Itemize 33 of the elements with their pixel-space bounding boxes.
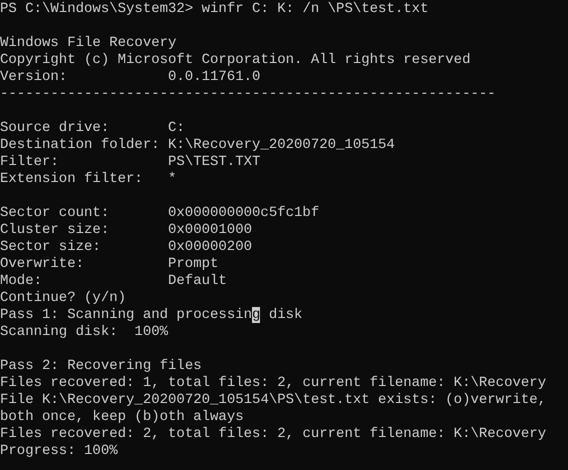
terminal-line: Files recovered: 2, total files: 2, current filename: K:\Recovery xyxy=(0,426,546,442)
field-label: Overwrite: xyxy=(0,256,86,273)
field-value: 0.0.11761.0 xyxy=(168,69,260,85)
field-label: Sector size: xyxy=(0,239,102,256)
field-label: Version: xyxy=(0,69,68,86)
terminal-line: Pass 1: Scanning and processing disk xyxy=(0,307,302,323)
field-label: Source drive: xyxy=(0,120,110,137)
field-label: Cluster size: xyxy=(0,222,110,239)
field-value: Default xyxy=(168,273,227,289)
terminal-line: Copyright (c) Microsoft Corporation. All rights reserved xyxy=(0,52,470,68)
terminal-line: Continue? (y/n) xyxy=(0,290,126,306)
field-label: Destination folder: xyxy=(0,137,161,154)
field-value: * xyxy=(168,171,176,187)
field-value: C: xyxy=(168,120,185,136)
field-value: K:\Recovery_20200720_105154 xyxy=(168,137,395,153)
terminal-line: PS C:\Windows\System32> winfr C: K: /n \PS\test.txt xyxy=(0,1,428,17)
field-value: 0x00000200 xyxy=(168,239,252,255)
field-value: 0x00001000 xyxy=(168,222,252,238)
field-value: 0x000000000c5fc1bf xyxy=(168,205,320,221)
terminal-line: Scanning disk: 100% xyxy=(0,324,168,340)
terminal-line: Files recovered: 1, total files: 2, current filename: K:\Recovery xyxy=(0,375,546,391)
field-label: Sector count: xyxy=(0,205,110,222)
divider-line: ----------------------------------------------------------- xyxy=(0,86,496,102)
field-label: Filter: xyxy=(0,154,60,171)
terminal-line: Progress: 100% xyxy=(0,443,118,459)
terminal-line: Pass 2: Recovering files xyxy=(0,358,202,374)
field-label: Mode: xyxy=(0,273,44,290)
field-value: Prompt xyxy=(168,256,218,272)
terminal-line: File K:\Recovery_20200720_105154\PS\test.txt exists: (o)verwrite, xyxy=(0,392,546,408)
field-label: Extension filter: xyxy=(0,171,144,188)
terminal-line: both once, keep (b)oth always xyxy=(0,409,244,425)
field-value: PS\TEST.TXT xyxy=(168,154,260,170)
terminal-line: Windows File Recovery xyxy=(0,35,176,51)
